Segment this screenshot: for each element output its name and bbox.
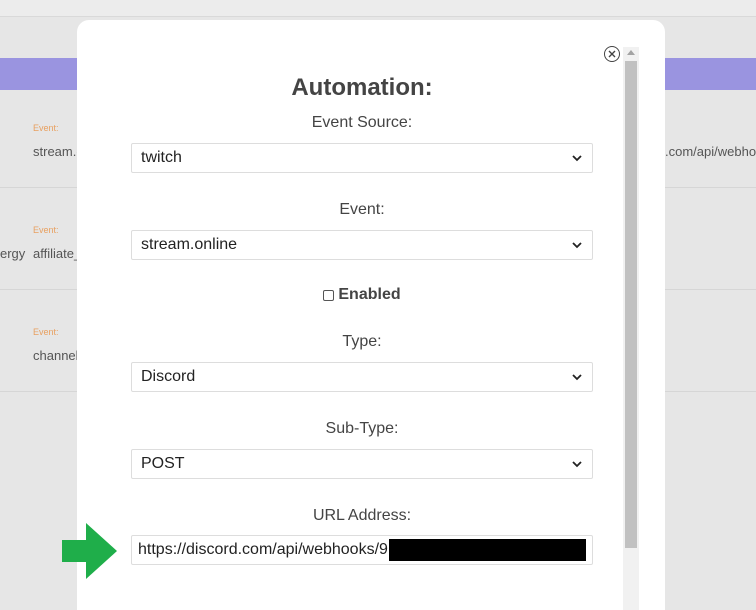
chevron-down-icon [572, 155, 582, 162]
redaction-block [388, 539, 586, 561]
url-address-value: https://discord.com/api/webhooks/9 [138, 541, 388, 558]
row-event-value: stream.c [33, 144, 83, 159]
close-circle-icon [608, 50, 616, 58]
row-event-label: Event: [33, 225, 59, 235]
sub-type-select[interactable]: POST [131, 449, 593, 479]
scrollbar-thumb[interactable] [625, 61, 637, 548]
event-source-value: twitch [141, 149, 182, 166]
green-arrow-right-icon [62, 523, 117, 579]
scroll-up-arrow-icon[interactable] [627, 50, 635, 55]
event-value: stream.online [141, 236, 238, 253]
row-event-value: channel [33, 348, 79, 363]
enabled-checkbox[interactable] [323, 289, 335, 301]
close-button[interactable] [604, 46, 620, 62]
event-source-label: Event Source: [311, 114, 413, 131]
automation-modal: Automation: Event Source: twitch Event: … [77, 20, 665, 610]
url-address-label: URL Address: [312, 507, 412, 524]
chevron-down-icon [572, 374, 582, 381]
enabled-toggle[interactable]: Enabled [131, 286, 593, 304]
chevron-down-icon [572, 242, 582, 249]
event-label: Event: [339, 201, 385, 218]
page-top-bar [0, 0, 756, 17]
event-source-select[interactable]: twitch [131, 143, 593, 173]
row-event-value: affiliate_ [33, 246, 82, 261]
modal-title: Automation: [291, 74, 433, 101]
row-event-label: Event: [33, 123, 59, 133]
modal-scrollbar[interactable] [623, 47, 639, 610]
chevron-down-icon [572, 461, 582, 468]
row-event-label: Event: [33, 327, 59, 337]
row-name-value: ergy [0, 246, 26, 261]
row-url-value: .com/api/webhook [665, 144, 756, 159]
sub-type-value: POST [141, 455, 185, 472]
url-address-input[interactable]: https://discord.com/api/webhooks/9 [131, 535, 593, 565]
sub-type-label: Sub-Type: [325, 420, 399, 437]
type-label: Type: [342, 333, 382, 350]
type-select[interactable]: Discord [131, 362, 593, 392]
type-value: Discord [141, 368, 196, 385]
enabled-label: Enabled [338, 286, 401, 303]
event-select[interactable]: stream.online [131, 230, 593, 260]
